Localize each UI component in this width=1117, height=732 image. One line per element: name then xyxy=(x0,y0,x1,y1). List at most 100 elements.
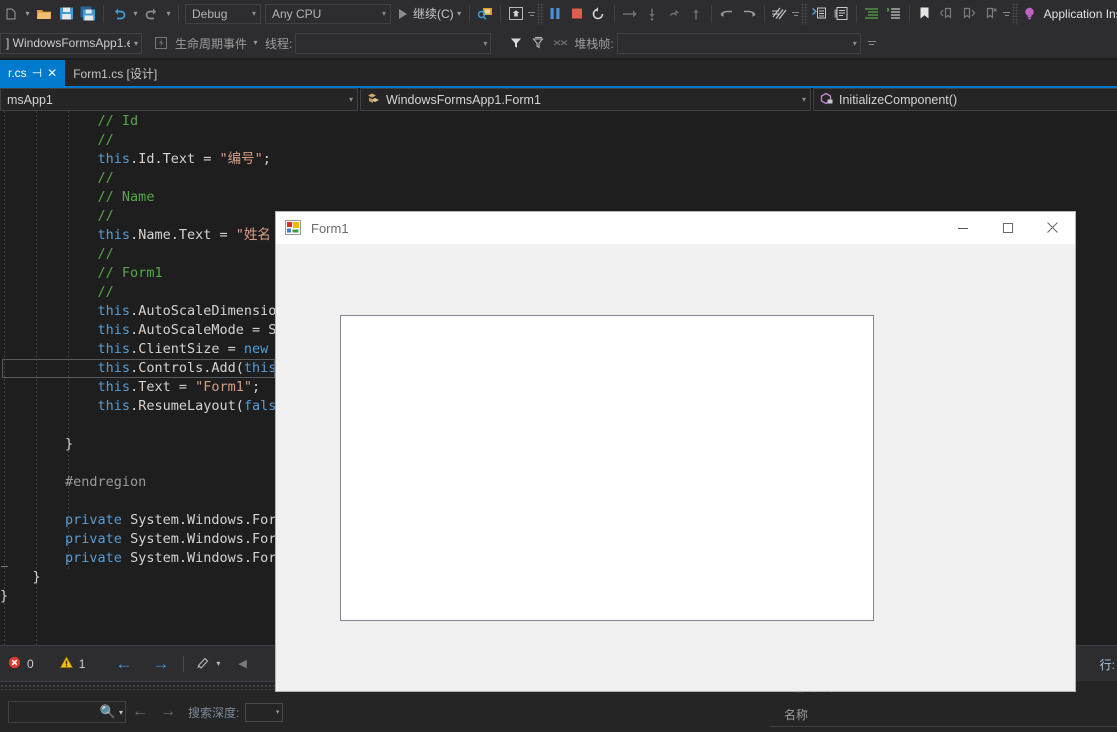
redo-icon[interactable] xyxy=(141,2,163,26)
next-bookmark-icon[interactable] xyxy=(958,2,980,26)
stackframe-combo[interactable]: ▾ xyxy=(616,32,861,54)
error-count-item[interactable]: 0 xyxy=(0,656,42,672)
continue-caret[interactable]: ▾ xyxy=(454,2,465,26)
form1-titlebar[interactable]: Form1 xyxy=(276,212,1075,244)
application-insights-icon[interactable] xyxy=(1019,2,1041,26)
tab-designer-cs[interactable]: r.cs ⊣ ✕ xyxy=(0,60,66,86)
redo-nav-icon[interactable] xyxy=(738,2,760,26)
step-into-icon[interactable] xyxy=(641,2,663,26)
pause-icon[interactable] xyxy=(544,2,566,26)
lifecycle-events-label[interactable]: 生命周期事件 xyxy=(172,35,250,52)
code-line[interactable]: this.Id.Text = "编号"; xyxy=(0,150,900,169)
close-icon[interactable]: ✕ xyxy=(47,67,57,79)
code-token: private xyxy=(65,512,122,528)
undo-nav-icon[interactable] xyxy=(716,2,738,26)
toolbar-separator xyxy=(763,4,765,23)
code-token: fals xyxy=(243,398,277,414)
code-token: .Controls.Add( xyxy=(130,360,244,376)
code-token: // xyxy=(97,246,114,262)
breakpoints-overflow-icon[interactable] xyxy=(791,2,801,26)
toolbar-separator xyxy=(178,4,179,23)
maximize-icon[interactable] xyxy=(985,212,1030,243)
comment-selection-icon[interactable] xyxy=(830,2,852,26)
type-selector[interactable]: WindowsFormsApp1.Form1 ▾ xyxy=(360,88,811,111)
show-next-statement-icon[interactable] xyxy=(505,2,527,26)
save-all-icon[interactable] xyxy=(77,2,99,26)
thread-label: 线程: xyxy=(265,36,293,51)
navigate-backward-caret[interactable]: ▾ xyxy=(22,2,33,26)
code-line[interactable]: // xyxy=(0,131,900,150)
restart-icon[interactable] xyxy=(588,2,610,26)
datagridview-panel[interactable] xyxy=(340,315,874,621)
lifecycle-caret[interactable]: ▾ xyxy=(250,31,261,55)
arrow-left-icon[interactable]: ← xyxy=(93,655,142,672)
toolbar-grip[interactable] xyxy=(800,2,808,25)
chevron-down-icon[interactable]: ▾ xyxy=(216,659,220,668)
code-line[interactable]: // Id xyxy=(0,112,900,131)
member-selector[interactable]: InitializeComponent() xyxy=(813,88,1117,111)
code-token: "编号" xyxy=(219,151,263,167)
collapse-left-icon[interactable]: ◀ xyxy=(228,657,256,670)
undo-icon[interactable] xyxy=(108,2,130,26)
search-input[interactable]: 🔍 ▾ xyxy=(8,701,126,723)
continue-play-icon[interactable] xyxy=(393,2,413,26)
redo-caret[interactable]: ▾ xyxy=(163,2,174,26)
previous-bookmark-icon[interactable] xyxy=(936,2,958,26)
search-icon[interactable]: 🔍 xyxy=(100,704,116,720)
solution-configuration-combo[interactable]: Debug ▾ xyxy=(185,3,261,24)
tab-form1-design[interactable]: Form1.cs [设计] xyxy=(65,60,166,86)
close-icon[interactable] xyxy=(1030,212,1075,243)
pin-icon[interactable]: ⊣ xyxy=(32,67,42,79)
clear-bookmarks-icon[interactable] xyxy=(980,2,1002,26)
solution-platform-combo[interactable]: Any CPU ▾ xyxy=(265,3,391,24)
chevron-down-icon[interactable]: ▾ xyxy=(119,708,123,717)
arrow-left-icon[interactable]: ← xyxy=(126,704,154,720)
toolbar-grip[interactable] xyxy=(536,2,544,25)
save-icon[interactable] xyxy=(55,2,77,26)
stop-debugging-icon[interactable] xyxy=(566,2,588,26)
search-depth-combo[interactable]: ▾ xyxy=(245,702,284,722)
increase-indent-icon[interactable] xyxy=(861,2,883,26)
code-token: #endregion xyxy=(65,474,147,490)
toggle-outlining-icon[interactable] xyxy=(808,2,830,26)
arrow-right-icon[interactable]: → xyxy=(154,704,182,720)
form1-client-area[interactable] xyxy=(276,244,1075,691)
code-line[interactable]: // Name xyxy=(0,188,900,207)
chevron-down-icon: ▾ xyxy=(251,9,256,18)
code-token: this xyxy=(97,360,131,376)
solution-platform-value: Any CPU xyxy=(272,6,322,21)
code-line[interactable]: // xyxy=(0,169,900,188)
format-painter-item[interactable]: ▾ xyxy=(188,656,228,672)
minimize-icon[interactable] xyxy=(940,212,985,243)
step-out-icon[interactable] xyxy=(663,2,685,26)
navigate-backward-icon[interactable] xyxy=(0,2,22,26)
toolbar-overflow-icon[interactable] xyxy=(527,2,537,26)
thread-combo[interactable]: ▾ xyxy=(295,32,492,54)
column-header-name[interactable]: 名称 xyxy=(770,703,1117,727)
undo-caret[interactable]: ▾ xyxy=(130,2,141,26)
warning-count-item[interactable]: 1 xyxy=(42,655,94,672)
no-threads-icon[interactable] xyxy=(549,31,571,55)
attach-to-process-icon[interactable] xyxy=(474,2,496,26)
arrow-right-icon[interactable]: → xyxy=(142,655,179,672)
chevron-down-icon: ▾ xyxy=(801,95,806,104)
toolbar-grip[interactable] xyxy=(1011,2,1019,25)
lifecycle-events-icon[interactable] xyxy=(150,31,172,55)
continue-button-label[interactable]: 继续(C) xyxy=(413,5,454,22)
open-file-icon[interactable] xyxy=(33,2,55,26)
bookmarks-overflow-icon[interactable] xyxy=(1002,2,1012,26)
flag-just-my-code-icon[interactable] xyxy=(505,31,527,55)
form1-window[interactable]: Form1 xyxy=(275,211,1076,692)
project-selector[interactable]: msApp1 ▾ xyxy=(0,88,358,111)
step-over-icon[interactable] xyxy=(619,2,641,26)
flag-all-threads-icon[interactable] xyxy=(527,31,549,55)
application-insights-label[interactable]: Application Insi xyxy=(1041,7,1117,21)
step-up-icon[interactable] xyxy=(685,2,707,26)
process-combo[interactable]: ] WindowsFormsApp1.ex ▾ xyxy=(0,32,142,54)
code-token: // Name xyxy=(97,189,155,205)
breakpoints-icon[interactable] xyxy=(769,2,791,26)
toolbar-separator xyxy=(908,4,910,23)
decrease-indent-icon[interactable] xyxy=(883,2,905,26)
debug-toolbar-overflow-icon[interactable] xyxy=(867,31,877,55)
bookmark-icon[interactable] xyxy=(914,2,936,26)
